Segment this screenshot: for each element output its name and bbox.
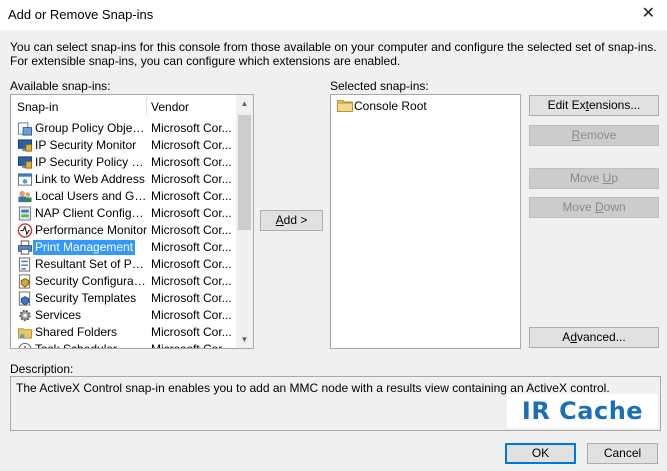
column-header-vendor[interactable]: Vendor <box>151 100 189 114</box>
snapin-row[interactable]: Local Users and Gro... Microsoft Cor... <box>11 188 237 205</box>
snapin-vendor: Microsoft Cor... <box>151 308 232 322</box>
close-icon[interactable]: ✕ <box>642 4 655 24</box>
snapin-vendor: Microsoft Cor... <box>151 138 232 152</box>
snapin-row[interactable]: Task Scheduler Microsoft Cor... <box>11 341 237 349</box>
snapin-name: Performance Monitor <box>35 223 148 237</box>
snapin-vendor: Microsoft Cor... <box>151 342 232 349</box>
available-snapins-list[interactable]: Snap-in Vendor Group Policy Object ... Mi… <box>10 94 254 349</box>
snapin-name: Security Templates <box>35 291 137 305</box>
console-root-label: Console Root <box>354 99 427 113</box>
snapin-row[interactable]: IP Security Monitor Microsoft Cor... <box>11 137 237 154</box>
snapin-rows: Group Policy Object ... Microsoft Cor... I… <box>11 120 237 349</box>
shared-folder-icon <box>17 328 33 339</box>
snapin-vendor: Microsoft Cor... <box>151 291 232 305</box>
snapin-name: Print Management <box>33 240 136 255</box>
snapin-vendor: Microsoft Cor... <box>151 121 232 135</box>
add-button[interactable]: Add > <box>260 210 323 231</box>
description-label: Description: <box>10 362 74 376</box>
cancel-button[interactable]: Cancel <box>587 443 658 464</box>
column-divider[interactable] <box>146 97 147 115</box>
snapin-vendor: Microsoft Cor... <box>151 189 232 203</box>
ok-button[interactable]: OK <box>505 443 576 464</box>
snapin-vendor: Microsoft Cor... <box>151 155 232 169</box>
performance-icon <box>17 223 33 238</box>
scroll-down-icon[interactable]: ▼ <box>236 331 253 348</box>
ip-security-icon <box>17 139 33 152</box>
users-icon <box>18 190 32 203</box>
snapin-row[interactable]: Group Policy Object ... Microsoft Cor... <box>11 120 237 137</box>
snapin-vendor: Microsoft Cor... <box>151 223 232 237</box>
snapin-vendor: Microsoft Cor... <box>151 206 232 220</box>
nap-icon <box>18 206 32 221</box>
group-policy-icon <box>17 122 33 136</box>
snapin-vendor: Microsoft Cor... <box>151 172 232 186</box>
policy-icon <box>18 257 31 272</box>
snapin-name: Services <box>35 308 82 322</box>
ip-security-icon <box>17 156 33 169</box>
list-header: Snap-in Vendor <box>11 95 237 117</box>
snapin-row[interactable]: Print Management Microsoft Cor... <box>11 239 237 256</box>
snapin-row[interactable]: Link to Web Address Microsoft Cor... <box>11 171 237 188</box>
column-header-snapin[interactable]: Snap-in <box>17 100 58 114</box>
snapin-row[interactable]: Shared Folders Microsoft Cor... <box>11 324 237 341</box>
folder-icon <box>337 100 353 112</box>
remove-button[interactable]: Remove <box>529 125 659 146</box>
snapin-name: IP Security Policy M... <box>35 155 150 169</box>
snapin-name: NAP Client Configur... <box>35 206 150 220</box>
snapin-row[interactable]: Security Templates Microsoft Cor... <box>11 290 237 307</box>
snapin-name: Link to Web Address <box>35 172 145 186</box>
title-bar: Add or Remove Snap-ins ✕ <box>0 0 667 30</box>
selected-snapins-list[interactable]: Console Root <box>330 94 521 349</box>
clock-icon <box>18 342 32 348</box>
template-icon <box>18 291 31 306</box>
snapin-name: Local Users and Gro... <box>35 189 150 203</box>
available-snapins-label: Available snap-ins: <box>10 79 111 93</box>
snapin-vendor: Microsoft Cor... <box>151 257 232 271</box>
scroll-thumb[interactable] <box>238 115 251 230</box>
snapin-name: Security Configurati... <box>35 274 150 288</box>
intro-text: You can select snap-ins for this console… <box>10 40 657 68</box>
snapin-vendor: Microsoft Cor... <box>151 274 232 288</box>
snapin-row[interactable]: Security Configurati... Microsoft Cor... <box>11 273 237 290</box>
watermark-logo: IR Cache <box>507 394 658 428</box>
snapin-name: IP Security Monitor <box>35 138 137 152</box>
snapin-row[interactable]: Resultant Set of Policy Microsoft Cor... <box>11 256 237 273</box>
window-title: Add or Remove Snap-ins <box>8 7 154 22</box>
snapin-row[interactable]: IP Security Policy M... Microsoft Cor... <box>11 154 237 171</box>
move-up-button[interactable]: Move Up <box>529 168 659 189</box>
scroll-up-icon[interactable]: ▲ <box>236 95 253 112</box>
edit-extensions-button[interactable]: Edit Extensions... <box>529 95 659 116</box>
printer-icon <box>17 240 33 255</box>
advanced-button[interactable]: Advanced... <box>529 327 659 348</box>
vertical-scrollbar[interactable]: ▲ ▼ <box>236 95 253 348</box>
snapin-name: Task Scheduler <box>35 342 118 349</box>
snapin-name: Group Policy Object ... <box>35 121 150 135</box>
description-text: The ActiveX Control snap-in enables you … <box>16 381 610 395</box>
selected-snapins-label: Selected snap-ins: <box>330 79 429 93</box>
gear-icon <box>19 309 31 322</box>
snapin-name: Resultant Set of Policy <box>35 257 150 271</box>
security-icon <box>18 274 31 289</box>
snapin-row[interactable]: Performance Monitor Microsoft Cor... <box>11 222 237 239</box>
snapin-name: Shared Folders <box>35 325 118 339</box>
snapin-vendor: Microsoft Cor... <box>151 325 232 339</box>
snapin-row[interactable]: Services Microsoft Cor... <box>11 307 237 324</box>
snapin-row[interactable]: NAP Client Configur... Microsoft Cor... <box>11 205 237 222</box>
web-link-icon <box>17 173 33 186</box>
snapin-vendor: Microsoft Cor... <box>151 240 232 254</box>
move-down-button[interactable]: Move Down <box>529 197 659 218</box>
